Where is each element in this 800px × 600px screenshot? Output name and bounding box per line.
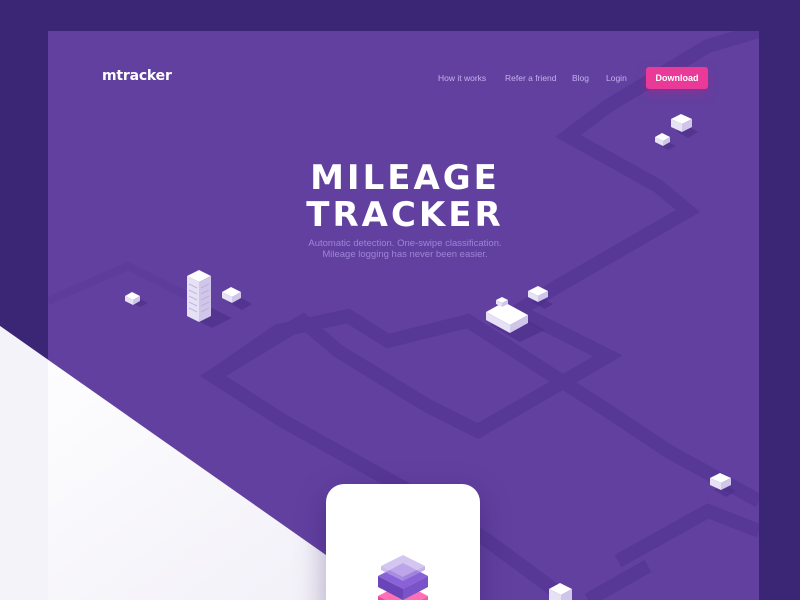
download-button[interactable]: Download [646, 67, 708, 89]
screen: mtracker How it works Refer a friend Blo… [0, 0, 800, 600]
phone-mockup [326, 484, 480, 600]
hero-subtitle-line-2: Mileage logging has never been easier. [322, 249, 488, 260]
hero-title: MILEAGE TRACKER [250, 160, 560, 234]
brand-logo[interactable]: mtracker [102, 68, 172, 84]
hero-subtitle-line-1: Automatic detection. One-swipe classific… [308, 238, 502, 249]
hero-title-line-1: MILEAGE [310, 158, 500, 198]
nav-login[interactable]: Login [606, 73, 627, 83]
nav-blog[interactable]: Blog [572, 73, 589, 83]
hero-subtitle: Automatic detection. One-swipe classific… [255, 238, 555, 260]
nav-refer-a-friend[interactable]: Refer a friend [505, 73, 557, 83]
nav-how-it-works[interactable]: How it works [438, 73, 486, 83]
app-stack-icon [378, 555, 428, 600]
hero-title-line-2: TRACKER [306, 195, 504, 235]
